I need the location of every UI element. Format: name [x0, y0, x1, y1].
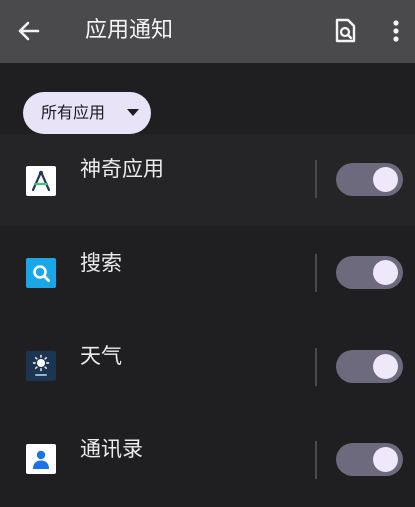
- notification-toggle[interactable]: [336, 256, 403, 289]
- divider: [315, 160, 317, 198]
- app-name: 通讯录: [80, 437, 143, 461]
- divider: [315, 441, 317, 479]
- divider: [315, 348, 317, 386]
- more-options-button[interactable]: [383, 15, 409, 47]
- app-bar: 应用通知: [0, 0, 415, 63]
- notifications-screen: 应用通知 所有应用 神奇应用 搜索 天气 通讯录: [0, 0, 415, 507]
- app-row[interactable]: 天气: [0, 318, 415, 410]
- caret-down-icon: [127, 109, 139, 116]
- toggle-thumb: [373, 447, 398, 472]
- search-in-page-button[interactable]: [330, 15, 360, 47]
- android-studio-icon: [26, 166, 56, 196]
- notification-toggle[interactable]: [336, 350, 403, 383]
- weather-icon: [26, 351, 56, 381]
- app-name: 搜索: [80, 251, 122, 275]
- toggle-thumb: [373, 167, 398, 192]
- app-name: 神奇应用: [80, 157, 164, 181]
- arrow-left-icon: [18, 21, 40, 41]
- app-name: 天气: [80, 344, 122, 368]
- search-app-icon: [26, 258, 56, 288]
- more-vertical-icon: [393, 20, 399, 42]
- app-row[interactable]: 通讯录: [0, 410, 415, 502]
- app-row[interactable]: 神奇应用: [0, 134, 415, 226]
- contacts-icon: [26, 444, 56, 474]
- notification-toggle[interactable]: [336, 163, 403, 196]
- divider: [315, 254, 317, 292]
- app-row[interactable]: 搜索: [0, 226, 415, 318]
- filter-selected-label: 所有应用: [41, 103, 106, 122]
- notification-toggle[interactable]: [336, 443, 403, 476]
- page-title: 应用通知: [85, 18, 174, 43]
- document-search-icon: [335, 18, 356, 43]
- app-filter-dropdown[interactable]: 所有应用: [23, 92, 151, 134]
- toggle-thumb: [373, 354, 398, 379]
- back-button[interactable]: [12, 15, 44, 47]
- toggle-thumb: [373, 260, 398, 285]
